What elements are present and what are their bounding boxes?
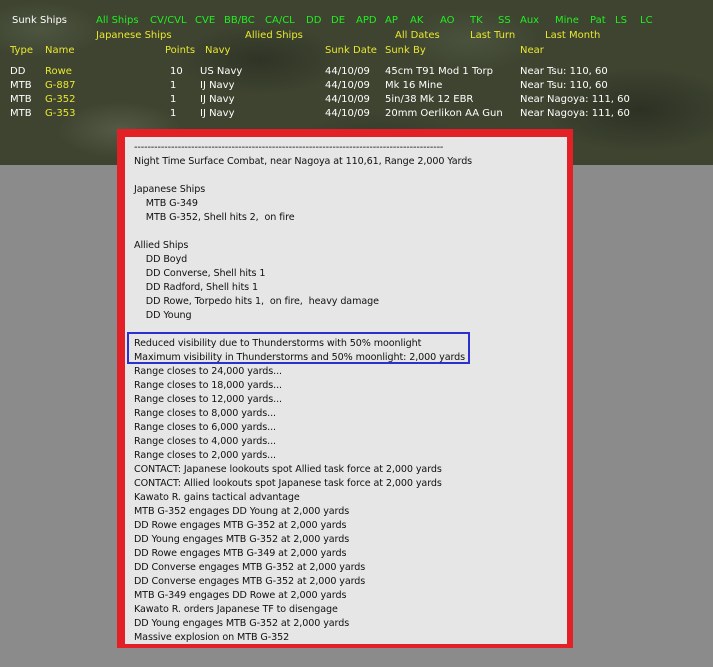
cell-points: 10 xyxy=(170,66,183,77)
cell-sunk-by: 45cm T91 Mod 1 Torp xyxy=(385,66,493,77)
filter-ls[interactable]: LS xyxy=(615,15,627,27)
report-line: Kawato R. gains tactical advantage xyxy=(134,492,300,503)
report-line: DD Converse, Shell hits 1 xyxy=(134,268,266,279)
cell-navy: US Navy xyxy=(200,66,243,77)
cell-name[interactable]: G-352 xyxy=(45,94,75,106)
report-line: ----------------------------------------… xyxy=(134,142,444,153)
filter-ap[interactable]: AP xyxy=(385,15,398,27)
filter-de[interactable]: DE xyxy=(331,15,345,27)
report-line: DD Young engages MTB G-352 at 2,000 yard… xyxy=(134,534,350,545)
filter-ca-cl[interactable]: CA/CL xyxy=(265,15,295,27)
report-line: DD Young engages MTB G-352 at 2,000 yard… xyxy=(134,618,350,629)
panel-title: Sunk Ships xyxy=(12,15,68,26)
filter-bb-bc[interactable]: BB/BC xyxy=(224,15,255,27)
filter-ao[interactable]: AO xyxy=(440,15,455,27)
column-header-near[interactable]: Near xyxy=(520,45,544,57)
cell-name[interactable]: Rowe xyxy=(45,66,72,78)
cell-type: MTB xyxy=(10,80,32,91)
cell-type: MTB xyxy=(10,94,32,105)
report-line: Range closes to 4,000 yards... xyxy=(134,436,276,447)
filter-aux[interactable]: Aux xyxy=(520,15,539,27)
combat-report: ----------------------------------------… xyxy=(125,137,567,644)
filter-ss[interactable]: SS xyxy=(498,15,511,27)
filter-apd[interactable]: APD xyxy=(356,15,377,27)
filter-dd[interactable]: DD xyxy=(306,15,321,27)
cell-type: DD xyxy=(10,66,26,77)
cell-navy: IJ Navy xyxy=(200,80,235,91)
report-line: Japanese Ships xyxy=(134,184,206,195)
report-line: Range closes to 8,000 yards... xyxy=(134,408,276,419)
cell-sunk-date: 44/10/09 xyxy=(325,94,370,105)
column-header-navy[interactable]: Navy xyxy=(205,45,230,57)
filter-pat[interactable]: Pat xyxy=(590,15,606,27)
report-line: DD Rowe engages MTB G-349 at 2,000 yards xyxy=(134,548,347,559)
filter-all-ships[interactable]: All Ships xyxy=(96,15,139,27)
report-line: Range closes to 2,000 yards... xyxy=(134,450,276,461)
cell-navy: IJ Navy xyxy=(200,94,235,105)
cell-navy: IJ Navy xyxy=(200,108,235,119)
cell-near: Near Nagoya: 111, 60 xyxy=(520,94,630,105)
cell-name[interactable]: G-887 xyxy=(45,80,75,92)
report-line: Massive explosion on MTB G-352 xyxy=(134,632,290,643)
report-line: MTB G-349 engages DD Rowe at 2,000 yards xyxy=(134,590,347,601)
cell-points: 1 xyxy=(170,94,177,105)
filter-ak[interactable]: AK xyxy=(410,15,423,27)
visibility-highlight-box xyxy=(127,332,470,364)
cell-sunk-date: 44/10/09 xyxy=(325,66,370,77)
report-line: Night Time Surface Combat, near Nagoya a… xyxy=(134,156,473,167)
report-line: Range closes to 12,000 yards... xyxy=(134,394,282,405)
report-line: Allied Ships xyxy=(134,240,189,251)
filter-cve[interactable]: CVE xyxy=(195,15,215,27)
cell-near: Near Nagoya: 111, 60 xyxy=(520,108,630,119)
report-line: Kawato R. orders Japanese TF to disengag… xyxy=(134,604,338,615)
column-header-type[interactable]: Type xyxy=(10,45,33,57)
report-line: Range closes to 18,000 yards... xyxy=(134,380,282,391)
column-header-sunk-date[interactable]: Sunk Date xyxy=(325,45,377,57)
cell-near: Near Tsu: 110, 60 xyxy=(520,80,608,91)
cell-sunk-date: 44/10/09 xyxy=(325,108,370,119)
filter-cv-cvl[interactable]: CV/CVL xyxy=(150,15,187,27)
report-line: Range closes to 24,000 yards... xyxy=(134,366,282,377)
report-line: DD Converse engages MTB G-352 at 2,000 y… xyxy=(134,562,366,573)
report-line: DD Boyd xyxy=(134,254,188,265)
filter-last-turn[interactable]: Last Turn xyxy=(470,30,515,42)
report-line: DD Young xyxy=(134,310,192,321)
report-line: DD Rowe engages MTB G-352 at 2,000 yards xyxy=(134,520,347,531)
column-header-sunk-by[interactable]: Sunk By xyxy=(385,45,426,57)
cell-points: 1 xyxy=(170,80,177,91)
report-line: MTB G-352, Shell hits 2, on fire xyxy=(134,212,295,223)
filter-last-month[interactable]: Last Month xyxy=(545,30,600,42)
report-line: MTB G-352 engages DD Young at 2,000 yard… xyxy=(134,506,350,517)
cell-near: Near Tsu: 110, 60 xyxy=(520,66,608,77)
filter-japanese-ships[interactable]: Japanese Ships xyxy=(96,30,172,42)
filter-allied-ships[interactable]: Allied Ships xyxy=(245,30,303,42)
report-line: CONTACT: Japanese lookouts spot Allied t… xyxy=(134,464,442,475)
filter-all-dates[interactable]: All Dates xyxy=(395,30,440,42)
column-header-name[interactable]: Name xyxy=(45,45,75,57)
report-line: MTB G-349 xyxy=(134,198,198,209)
report-line: DD Converse engages MTB G-352 at 2,000 y… xyxy=(134,576,366,587)
cell-name[interactable]: G-353 xyxy=(45,108,75,120)
report-line: DD Rowe, Torpedo hits 1, on fire, heavy … xyxy=(134,296,379,307)
filter-lc[interactable]: LC xyxy=(640,15,653,27)
cell-type: MTB xyxy=(10,108,32,119)
column-header-points[interactable]: Points xyxy=(165,45,195,57)
report-line: Range closes to 6,000 yards... xyxy=(134,422,276,433)
filter-mine[interactable]: Mine xyxy=(555,15,579,27)
report-line: DD Radford, Shell hits 1 xyxy=(134,282,258,293)
cell-sunk-by: Mk 16 Mine xyxy=(385,80,443,91)
cell-points: 1 xyxy=(170,108,177,119)
report-line: CONTACT: Allied lookouts spot Japanese t… xyxy=(134,478,442,489)
cell-sunk-by: 5in/38 Mk 12 EBR xyxy=(385,94,474,105)
cell-sunk-date: 44/10/09 xyxy=(325,80,370,91)
filter-tk[interactable]: TK xyxy=(470,15,483,27)
cell-sunk-by: 20mm Oerlikon AA Gun xyxy=(385,108,503,119)
